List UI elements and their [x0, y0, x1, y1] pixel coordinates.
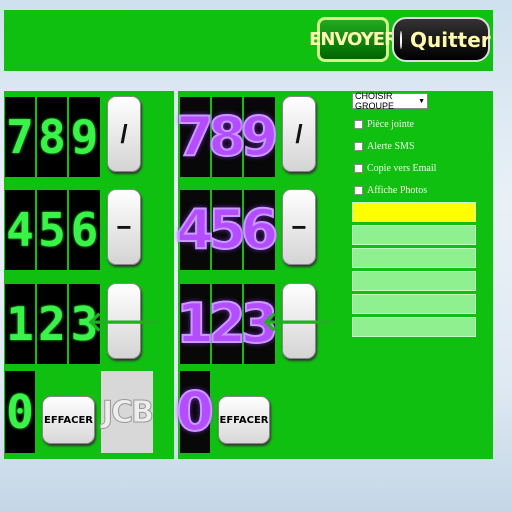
- lcd-key-4[interactable]: 4: [5, 190, 35, 270]
- lcd-backspace-button[interactable]: 🡐: [86, 283, 162, 359]
- quit-label: Quitter: [410, 27, 491, 52]
- neon-key-2[interactable]: 2: [207, 284, 247, 364]
- sms-alert-checkbox[interactable]: [354, 142, 363, 151]
- email-copy-option[interactable]: Copie vers Email: [354, 162, 436, 175]
- sms-alert-option[interactable]: Alerte SMS: [354, 140, 415, 153]
- neon-key-5[interactable]: 5: [207, 190, 247, 270]
- attachment-checkbox[interactable]: [354, 120, 363, 129]
- attachment-option[interactable]: Pièce jointe: [354, 118, 414, 131]
- caret-down-icon: ▼: [418, 97, 425, 105]
- recipient-slot[interactable]: [352, 225, 476, 245]
- neon-key-8[interactable]: 8: [207, 97, 247, 177]
- neon-key-0[interactable]: 0: [175, 371, 215, 453]
- show-photos-label: Affiche Photos: [367, 185, 428, 196]
- recipient-slot[interactable]: [352, 248, 476, 268]
- lcd-key-0[interactable]: 0: [5, 371, 35, 453]
- attachment-label: Pièce jointe: [367, 119, 414, 130]
- group-select-value: CHOISIR GROUPE: [355, 91, 395, 111]
- recipient-slot-selected[interactable]: [352, 202, 476, 222]
- neon-clear-button[interactable]: EFFACER: [218, 396, 270, 444]
- lcd-key-7[interactable]: 7: [5, 97, 35, 177]
- email-copy-checkbox[interactable]: [354, 164, 363, 173]
- neon-minus-button[interactable]: −: [282, 189, 316, 265]
- lcd-clear-button[interactable]: EFFACER: [42, 396, 95, 444]
- captcha-image: JCB: [101, 371, 155, 453]
- lcd-key-8[interactable]: 8: [37, 97, 67, 177]
- recipient-slot[interactable]: [352, 294, 476, 314]
- recipient-slot[interactable]: [352, 317, 476, 337]
- neon-key-7[interactable]: 7: [175, 97, 215, 177]
- show-photos-checkbox[interactable]: [354, 186, 363, 195]
- red-dot-icon: [400, 30, 402, 49]
- quit-button[interactable]: Quitter: [392, 17, 491, 62]
- neon-key-9[interactable]: 9: [240, 97, 279, 177]
- neon-divide-button[interactable]: /: [282, 96, 316, 172]
- send-button[interactable]: ENVOYER: [309, 17, 398, 62]
- lcd-key-2[interactable]: 2: [37, 284, 67, 364]
- group-select[interactable]: CHOISIR GROUPE ▼: [352, 91, 428, 111]
- lcd-key-9[interactable]: 9: [69, 97, 100, 177]
- recipient-slot[interactable]: [352, 271, 476, 291]
- email-copy-label: Copie vers Email: [367, 163, 437, 174]
- lcd-divide-button[interactable]: /: [107, 96, 141, 172]
- show-photos-option[interactable]: Affiche Photos: [354, 184, 427, 197]
- lcd-key-1[interactable]: 1: [5, 284, 35, 364]
- lcd-key-6[interactable]: 6: [69, 190, 100, 270]
- lcd-key-5[interactable]: 5: [37, 190, 67, 270]
- neon-key-4[interactable]: 4: [175, 190, 215, 270]
- sms-alert-label: Alerte SMS: [367, 141, 415, 152]
- neon-backspace-button[interactable]: 🡐: [261, 283, 337, 359]
- neon-key-6[interactable]: 6: [240, 190, 279, 270]
- neon-key-1[interactable]: 1: [175, 284, 215, 364]
- lcd-minus-button[interactable]: −: [107, 189, 141, 265]
